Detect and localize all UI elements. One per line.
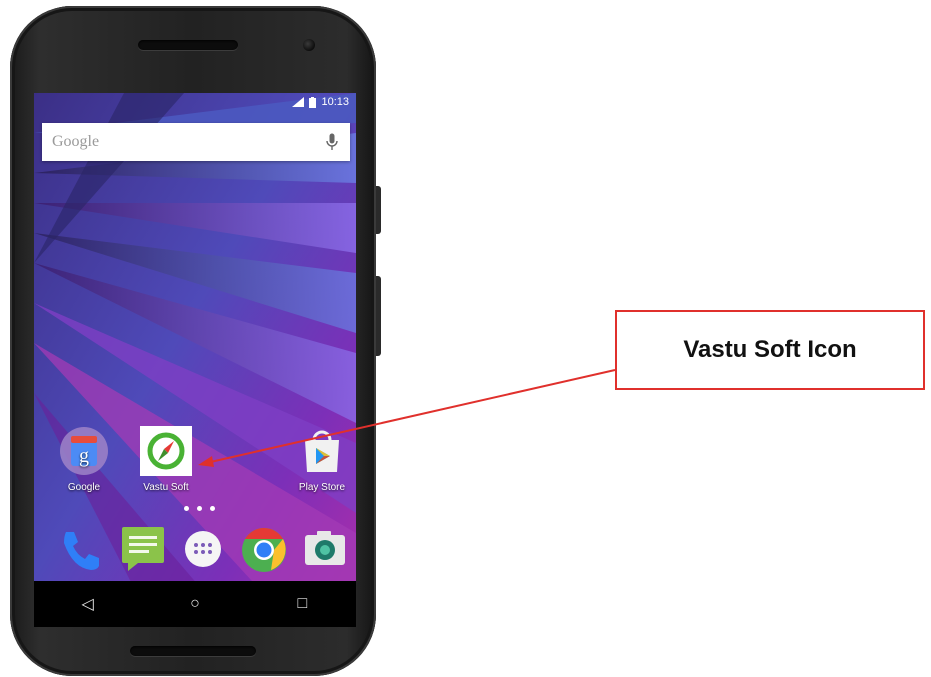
callout-label: Vastu Soft Icon xyxy=(615,310,925,390)
